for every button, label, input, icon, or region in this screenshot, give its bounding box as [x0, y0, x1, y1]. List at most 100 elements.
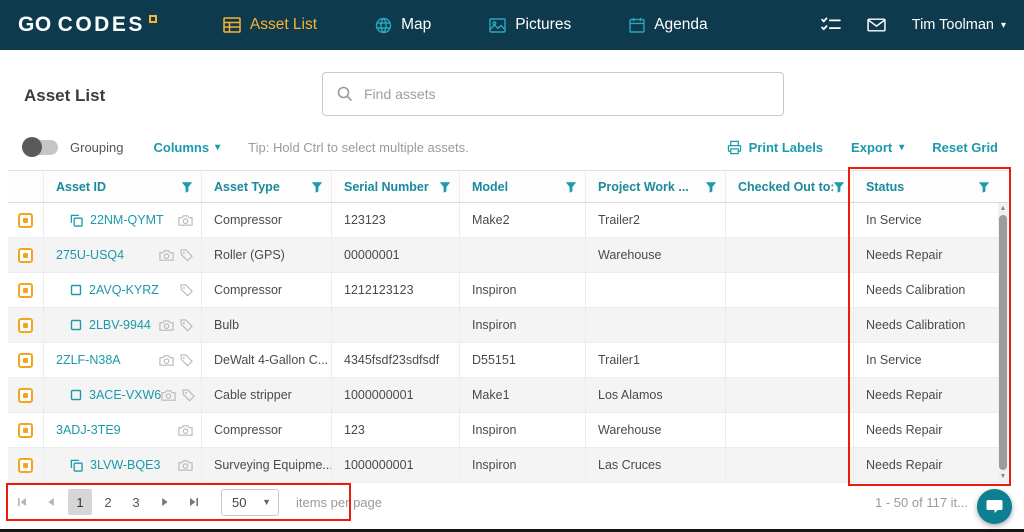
- asset-type-cell: Surveying Equipme...: [202, 448, 332, 482]
- asset-id-link[interactable]: 3LVW-BQE3: [90, 458, 160, 472]
- filter-icon[interactable]: [705, 181, 717, 193]
- last-page-button[interactable]: [182, 489, 206, 515]
- chat-widget-button[interactable]: [977, 489, 1012, 524]
- serial-number-cell: 1212123123: [332, 273, 460, 307]
- user-menu[interactable]: Tim Toolman ▾: [912, 17, 1006, 33]
- scrollbar-thumb[interactable]: [999, 215, 1007, 470]
- serial-number-cell: 1000000001: [332, 448, 460, 482]
- qr-code-icon[interactable]: [18, 352, 33, 368]
- grouping-toggle[interactable]: [22, 136, 58, 157]
- table-row[interactable]: 2AVQ-KYRZ Compressor 1212123123 Inspiron Nee…: [8, 273, 1008, 308]
- asset-id-link[interactable]: 275U-USQ4: [56, 248, 124, 262]
- qr-code-icon[interactable]: [18, 422, 33, 438]
- column-header-project[interactable]: Project Work ...: [586, 171, 726, 202]
- select-cell: [8, 238, 44, 272]
- scroll-down-icon[interactable]: ▼: [1000, 471, 1007, 482]
- qr-code-icon[interactable]: [18, 387, 33, 403]
- mail-icon[interactable]: [867, 18, 886, 32]
- camera-icon: [161, 389, 176, 402]
- next-page-button[interactable]: [153, 489, 177, 515]
- vertical-scrollbar[interactable]: ▲ ▼: [998, 203, 1008, 482]
- project-cell: Warehouse: [586, 238, 726, 272]
- table-row[interactable]: 3ADJ-3TE9 Compressor 123 Inspiron Warehouse N…: [8, 413, 1008, 448]
- columns-button[interactable]: Columns ▾: [153, 140, 220, 155]
- attachment-icons: [159, 318, 193, 332]
- attachment-icons: [178, 214, 193, 227]
- filter-icon[interactable]: [181, 181, 193, 193]
- checked-out-cell: [726, 448, 854, 482]
- asset-id-link[interactable]: 22NM-QYMT: [90, 213, 164, 227]
- nav-item-pictures[interactable]: Pictures: [489, 16, 571, 34]
- page-size-select[interactable]: 50 ▼: [221, 488, 279, 516]
- page-number-list: 123: [68, 489, 148, 515]
- navbar-right: Tim Toolman ▾: [820, 17, 1006, 33]
- prev-page-button[interactable]: [39, 489, 63, 515]
- pictures-icon: [489, 17, 506, 33]
- gocodes-logo[interactable]: GO CODES: [18, 13, 157, 37]
- table-row[interactable]: 3LVW-BQE3 Surveying Equipme... 1000000001 I…: [8, 448, 1008, 483]
- filter-icon[interactable]: [439, 181, 451, 193]
- filter-icon[interactable]: [565, 181, 577, 193]
- qr-code-icon[interactable]: [18, 212, 33, 228]
- table-row[interactable]: 2LBV-9944 Bulb Inspiron Needs Calibration: [8, 308, 1008, 343]
- asset-id-cell: 3ADJ-3TE9: [44, 413, 202, 447]
- column-header-label: Status: [866, 179, 905, 194]
- column-header-checked[interactable]: Checked Out to:: [726, 171, 854, 202]
- column-header-serial[interactable]: Serial Number: [332, 171, 460, 202]
- nav-item-map[interactable]: Map: [375, 16, 431, 34]
- nav-item-label: Map: [401, 16, 432, 33]
- search-input[interactable]: [364, 86, 769, 102]
- model-cell: D55151: [460, 343, 586, 377]
- tasks-checklist-icon[interactable]: [820, 17, 841, 33]
- table-row[interactable]: 2ZLF-N38A DeWalt 4-Gallon C... 4345fsdf23s…: [8, 343, 1008, 378]
- column-header-model[interactable]: Model: [460, 171, 586, 202]
- table-row[interactable]: 3ACE-VXW6 Cable stripper 1000000001 Make1 Lo…: [8, 378, 1008, 413]
- column-header-id[interactable]: Asset ID: [44, 171, 202, 202]
- asset-id-link[interactable]: 3ACE-VXW6: [89, 388, 161, 402]
- select-column-header: [8, 171, 44, 202]
- asset-list-icon: [223, 17, 241, 33]
- qr-code-icon[interactable]: [18, 282, 33, 298]
- reset-grid-button[interactable]: Reset Grid: [932, 140, 998, 155]
- asset-id-link[interactable]: 3ADJ-3TE9: [56, 423, 121, 437]
- column-header-status[interactable]: Status: [854, 171, 998, 202]
- filter-icon[interactable]: [978, 181, 990, 193]
- print-labels-button[interactable]: Print Labels: [727, 140, 823, 155]
- page-number-button[interactable]: 1: [68, 489, 92, 515]
- first-page-button[interactable]: [10, 489, 34, 515]
- table-row[interactable]: 275U-USQ4 Roller (GPS) 00000001 Warehouse Ne…: [8, 238, 1008, 273]
- attachment-icons: [159, 248, 193, 262]
- checked-out-cell: [726, 273, 854, 307]
- attachment-icons: [161, 388, 196, 402]
- asset-id-link[interactable]: 2LBV-9944: [89, 318, 151, 332]
- nav-item-asset-list[interactable]: Asset List: [223, 16, 317, 34]
- serial-number-cell: 123123: [332, 203, 460, 237]
- square-icon: [70, 389, 82, 401]
- nav-item-agenda[interactable]: Agenda: [629, 16, 708, 34]
- export-button[interactable]: Export ▾: [851, 140, 904, 155]
- asset-id-link[interactable]: 2ZLF-N38A: [56, 353, 121, 367]
- project-cell: Los Alamos: [586, 378, 726, 412]
- qr-code-icon[interactable]: [18, 317, 33, 333]
- column-header-label: Project Work ...: [598, 179, 689, 194]
- filter-icon[interactable]: [311, 181, 323, 193]
- camera-icon: [159, 319, 174, 332]
- select-cell: [8, 378, 44, 412]
- page-number-button[interactable]: 2: [96, 489, 120, 515]
- qr-code-icon[interactable]: [18, 247, 33, 263]
- page-number-button[interactable]: 3: [124, 489, 148, 515]
- select-cell: [8, 448, 44, 482]
- asset-id-link[interactable]: 2AVQ-KYRZ: [89, 283, 159, 297]
- table-row[interactable]: 22NM-QYMT Compressor 123123 Make2 Trailer2 In…: [8, 203, 1008, 238]
- column-header-type[interactable]: Asset Type: [202, 171, 332, 202]
- scroll-up-icon[interactable]: ▲: [1000, 203, 1007, 214]
- toolbar-right: Print Labels Export ▾ Reset Grid: [727, 140, 998, 155]
- select-cell: [8, 343, 44, 377]
- status-cell: Needs Repair: [866, 458, 943, 472]
- printer-icon: [727, 140, 742, 155]
- project-cell: Warehouse: [586, 413, 726, 447]
- qr-code-icon[interactable]: [18, 457, 33, 473]
- filter-icon[interactable]: [833, 181, 845, 193]
- project-cell: Trailer1: [586, 343, 726, 377]
- model-cell: Inspiron: [460, 448, 586, 482]
